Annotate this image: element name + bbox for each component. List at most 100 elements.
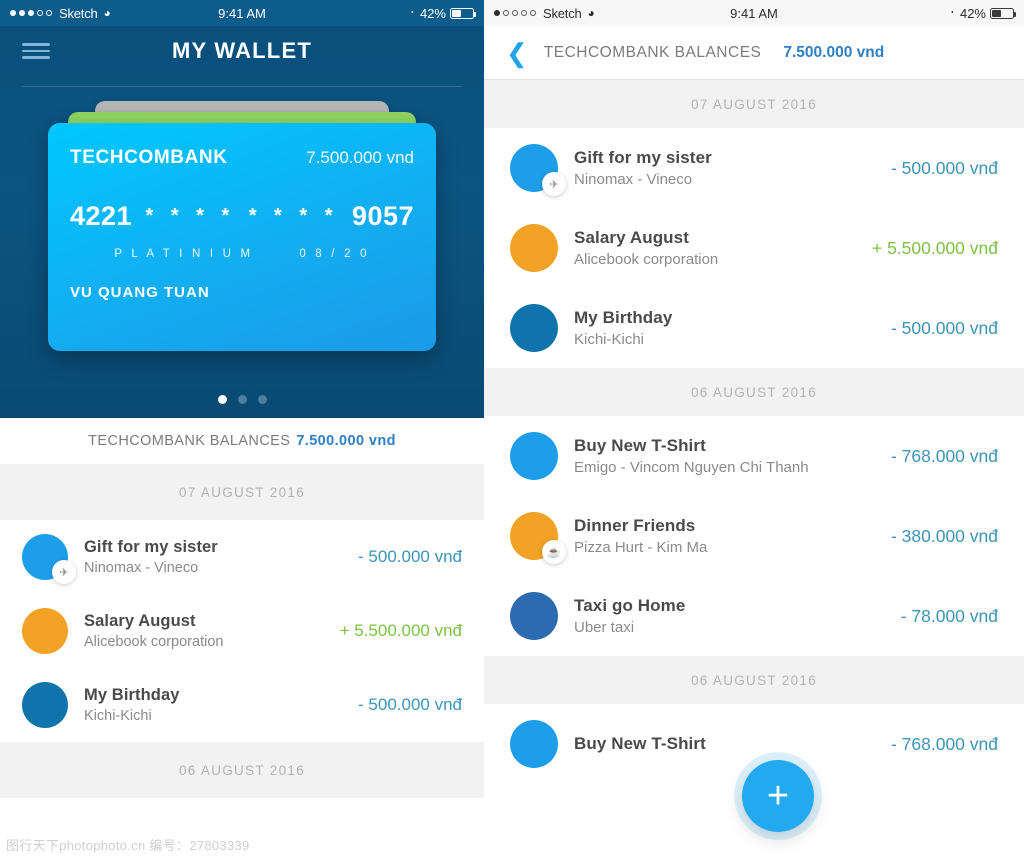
carrier-label: Sketch [59, 5, 98, 21]
transaction-title: Gift for my sister [574, 148, 712, 167]
list-item[interactable]: My Birthday Kichi-Kichi - 500.000 vnđ [0, 668, 484, 742]
card-carousel[interactable]: TECHCOMBANK 7.500.000 vnd 4221 * * * * *… [0, 101, 484, 361]
transaction-title: Salary August [84, 612, 196, 630]
transaction-subtitle: Kichi-Kichi [84, 708, 152, 724]
detail-title-label: TECHCOMBANK BALANCES [543, 43, 762, 61]
credit-card-front[interactable]: TECHCOMBANK 7.500.000 vnd 4221 * * * * *… [48, 123, 436, 351]
transaction-text: Buy New T-Shirt Emigo - Vincom Nguyen Ch… [574, 436, 875, 476]
transaction-amount: - 500.000 vnđ [890, 317, 998, 338]
carousel-page-indicator[interactable] [0, 395, 484, 404]
balance-label: TECHCOMBANK BALANCES [88, 433, 291, 449]
balance-amount: 7.500.000 vnd [296, 433, 396, 449]
right-status-carrier-group: Sketch ◕ [494, 6, 595, 21]
dual-screen-mockup: Sketch ◕ 9:41 AM ᛫ 42% MY WALLET TECHCOM… [0, 0, 1024, 858]
date-group-label: 06 AUGUST 2016 [178, 762, 305, 778]
wifi-icon: ◕ [103, 6, 111, 20]
date-group-header: 06 AUGUST 2016 [484, 656, 1024, 704]
list-item[interactable]: Buy New T-Shirt Emigo - Vincom Nguyen Ch… [484, 416, 1024, 496]
transaction-title: My Birthday [84, 686, 180, 704]
list-item[interactable]: Taxi go Home Uber taxi - 78.000 vnđ [484, 576, 1024, 656]
bluetooth-icon: ᛫ [408, 6, 416, 20]
page-dot-2[interactable] [237, 395, 247, 404]
card-number-masked-b: * * * * [248, 205, 339, 227]
battery-icon [990, 7, 1016, 19]
avatar: ✈ [22, 534, 76, 584]
avatar [22, 682, 68, 728]
hamburger-menu-icon[interactable] [22, 39, 50, 63]
page-dot-1[interactable] [217, 395, 227, 404]
carrier-label: Sketch [543, 5, 582, 21]
card-holder-name: VU QUANG TUAN [70, 284, 210, 301]
card-number-row: 4221 * * * * * * * * 9057 [70, 201, 414, 232]
card-tier-label: P L A T I N I U M [114, 248, 254, 260]
right-phone-screen: Sketch ◕ 9:41 AM ᛫ 42% ❮ TECHCOMBANK BAL… [484, 0, 1024, 858]
transaction-amount: - 500.000 vnđ [358, 547, 462, 566]
transaction-title: Dinner Friends [574, 516, 696, 535]
right-transaction-list-group-2: Buy New T-Shirt Emigo - Vincom Nguyen Ch… [484, 416, 1024, 656]
date-group-header: 06 AUGUST 2016 [484, 368, 1024, 416]
transaction-subtitle: Alicebook corporation [84, 634, 224, 650]
date-group-label: 07 AUGUST 2016 [690, 96, 817, 112]
transaction-text: Buy New T-Shirt [574, 734, 875, 754]
detail-nav-bar: ❮ TECHCOMBANK BALANCES 7.500.000 vnd [484, 26, 1024, 80]
list-item[interactable]: ✈ Gift for my sister Ninomax - Vineco - … [0, 520, 484, 594]
transaction-subtitle: Emigo - Vincom Nguyen Chi Thanh [574, 459, 809, 476]
left-phone-screen: Sketch ◕ 9:41 AM ᛫ 42% MY WALLET TECHCOM… [0, 0, 484, 858]
date-group-label: 07 AUGUST 2016 [178, 484, 305, 500]
transaction-title: Buy New T-Shirt [574, 436, 706, 455]
coffee-cup-icon: ☕ [542, 540, 566, 564]
balance-summary-bar[interactable]: TECHCOMBANK BALANCES 7.500.000 vnd [0, 418, 484, 464]
battery-percent-label: 42% [959, 5, 986, 21]
battery-percent-label: 42% [419, 5, 446, 21]
avatar-circle [510, 432, 558, 480]
left-status-bar: Sketch ◕ 9:41 AM ᛫ 42% [0, 0, 484, 26]
transaction-text: Salary August Alicebook corporation [574, 228, 856, 268]
avatar-circle [510, 224, 558, 272]
battery-icon [450, 7, 476, 19]
transaction-title: Buy New T-Shirt [574, 734, 706, 753]
card-expiry-label: 0 8 / 2 0 [299, 248, 370, 260]
detail-balance-amount: 7.500.000 vnd [783, 43, 885, 61]
card-bank-name: TECHCOMBANK [70, 147, 228, 168]
avatar: ☕ [510, 512, 566, 564]
transaction-title: My Birthday [574, 308, 673, 327]
left-status-carrier-group: Sketch ◕ [10, 6, 111, 21]
transaction-amount: - 500.000 vnđ [358, 695, 462, 714]
avatar [510, 224, 558, 272]
card-number-first: 4221 [70, 201, 133, 231]
transaction-amount: - 768.000 vnđ [890, 733, 998, 754]
page-dot-3[interactable] [257, 395, 267, 404]
transaction-text: Gift for my sister Ninomax - Vineco [84, 538, 342, 576]
page-title: MY WALLET [172, 38, 312, 63]
wallet-nav-bar: MY WALLET [0, 26, 484, 76]
avatar [510, 304, 558, 352]
chevron-left-icon[interactable]: ❮ [506, 40, 528, 66]
transaction-text: Dinner Friends Pizza Hurt - Kim Ma [574, 516, 875, 556]
right-status-bar: Sketch ◕ 9:41 AM ᛫ 42% [484, 0, 1024, 26]
transaction-subtitle: Ninomax - Vineco [574, 171, 693, 188]
avatar [510, 592, 558, 640]
wallet-hero-section: MY WALLET TECHCOMBANK 7.500.000 vnd 4221… [0, 26, 484, 418]
list-item[interactable]: Salary August Alicebook corporation + 5.… [0, 594, 484, 668]
transaction-title: Taxi go Home [574, 596, 686, 615]
transaction-text: Gift for my sister Ninomax - Vineco [574, 148, 875, 188]
plus-icon: + [766, 775, 790, 817]
avatar-circle [22, 682, 68, 728]
card-number-last: 9057 [351, 201, 414, 231]
card-top-row: TECHCOMBANK 7.500.000 vnd [70, 147, 414, 169]
transaction-amount: + 5.500.000 vnđ [871, 237, 998, 258]
transaction-subtitle: Alicebook corporation [574, 251, 719, 268]
card-number-masked-a: * * * * [145, 205, 236, 227]
list-item[interactable]: Salary August Alicebook corporation + 5.… [484, 208, 1024, 288]
list-item[interactable]: ✈ Gift for my sister Ninomax - Vineco - … [484, 128, 1024, 208]
add-transaction-button[interactable]: + [742, 760, 814, 832]
airplane-icon: ✈ [52, 560, 76, 584]
list-item[interactable]: ☕ Dinner Friends Pizza Hurt - Kim Ma - 3… [484, 496, 1024, 576]
transaction-title: Gift for my sister [84, 538, 218, 556]
left-transaction-list: ✈ Gift for my sister Ninomax - Vineco - … [0, 520, 484, 742]
card-meta-row: P L A T I N I U M 0 8 / 2 0 [70, 248, 414, 260]
transaction-text: Taxi go Home Uber taxi [574, 596, 885, 636]
avatar [22, 608, 68, 654]
transaction-subtitle: Kichi-Kichi [574, 331, 645, 348]
list-item[interactable]: My Birthday Kichi-Kichi - 500.000 vnđ [484, 288, 1024, 368]
